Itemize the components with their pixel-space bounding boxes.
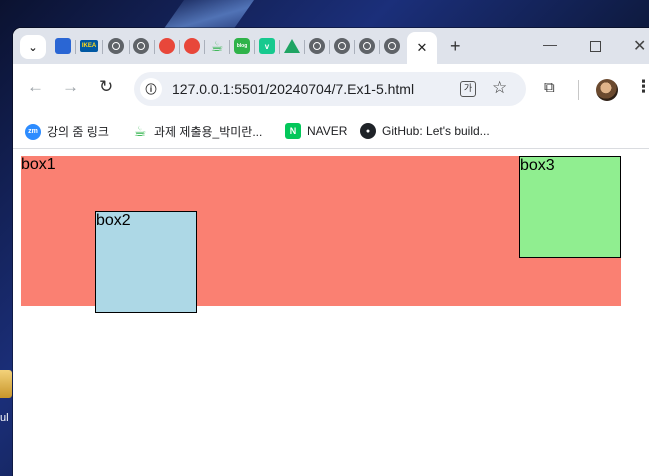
toolbar-divider bbox=[578, 80, 579, 100]
box2-label: box2 bbox=[96, 212, 131, 229]
tab-globe-icon[interactable] bbox=[359, 38, 375, 54]
close-window-button[interactable]: ✕ bbox=[633, 36, 646, 56]
address-bar[interactable]: ⓘ 127.0.0.1:5501/20240704/7.Ex1-5.html 가… bbox=[134, 72, 526, 106]
bookmark-label: NAVER bbox=[307, 124, 348, 138]
back-button[interactable]: ← bbox=[27, 77, 44, 97]
close-tab-icon[interactable]: ✕ bbox=[417, 40, 428, 56]
tab-separator bbox=[102, 40, 103, 54]
tab-strip: ⌄ IKEA ☕ blog v ✕ + — ✕ bbox=[13, 28, 649, 64]
tab-separator bbox=[379, 40, 380, 54]
bookmark-label: 강의 줌 링크 bbox=[47, 125, 109, 139]
site-info-icon[interactable]: ⓘ bbox=[140, 78, 162, 100]
tab-globe-icon[interactable] bbox=[334, 38, 350, 54]
tab-search-button[interactable]: ⌄ bbox=[20, 35, 46, 59]
bookmark-label: GitHub: Let's build... bbox=[382, 124, 490, 138]
tab-separator bbox=[204, 40, 205, 54]
tab-separator bbox=[254, 40, 255, 54]
tab-separator bbox=[304, 40, 305, 54]
blog-logo-text: blog bbox=[236, 43, 248, 49]
tab-globe-icon[interactable] bbox=[108, 38, 124, 54]
box1-label: box1 bbox=[21, 156, 56, 173]
naver-icon: N bbox=[285, 123, 301, 139]
profile-avatar[interactable] bbox=[596, 79, 618, 101]
desktop-shortcut-icon[interactable] bbox=[0, 370, 12, 398]
forward-button[interactable]: → bbox=[62, 77, 79, 97]
active-tab[interactable]: ✕ bbox=[407, 32, 437, 64]
bookmark-label: 과제 제출용_박미란... bbox=[154, 125, 263, 139]
box3: box3 bbox=[519, 156, 621, 258]
bookmarks-bar: zm 강의 줌 링크 ☕ 과제 제출용_박미란... N NAVER ● Git… bbox=[13, 116, 649, 149]
maximize-button[interactable] bbox=[590, 41, 601, 52]
bookmark-assignment[interactable]: ☕ 과제 제출용_박미란... bbox=[132, 123, 263, 140]
tab-separator bbox=[354, 40, 355, 54]
new-tab-button[interactable]: + bbox=[450, 36, 461, 57]
tab-separator bbox=[279, 40, 280, 54]
tab-blog-icon[interactable]: blog bbox=[234, 38, 250, 54]
ikea-logo-text: IKEA bbox=[81, 43, 97, 49]
zoom-icon: zm bbox=[25, 123, 41, 140]
bookmark-star-icon[interactable]: ☆ bbox=[492, 78, 507, 98]
tab-drive-icon[interactable] bbox=[284, 39, 300, 53]
minimize-button[interactable]: — bbox=[543, 36, 557, 52]
url-text[interactable]: 127.0.0.1:5501/20240704/7.Ex1-5.html bbox=[172, 81, 414, 97]
tab-separator bbox=[154, 40, 155, 54]
tab-globe-icon[interactable] bbox=[133, 38, 149, 54]
tab-globe-icon[interactable] bbox=[384, 38, 400, 54]
page-viewport: box1 box2 box3 bbox=[13, 149, 649, 476]
reload-button[interactable]: ↻ bbox=[99, 77, 113, 97]
tab-ikea-icon[interactable]: IKEA bbox=[80, 40, 98, 52]
translate-icon[interactable]: 가 bbox=[460, 81, 476, 97]
tab-red-icon[interactable] bbox=[159, 38, 175, 54]
bookmark-zoom-link[interactable]: zm 강의 줌 링크 bbox=[25, 123, 109, 140]
tab-separator bbox=[75, 40, 76, 54]
tab-separator bbox=[179, 40, 180, 54]
tab-globe-icon[interactable] bbox=[309, 38, 325, 54]
bookmark-github[interactable]: ● GitHub: Let's build... bbox=[360, 123, 490, 139]
tab-vimeo-icon[interactable]: v bbox=[259, 38, 275, 54]
tab-cup-icon[interactable]: ☕ bbox=[209, 38, 225, 54]
bookmark-naver[interactable]: N NAVER bbox=[285, 123, 347, 139]
browser-toolbar: ← → ↻ ⓘ 127.0.0.1:5501/20240704/7.Ex1-5.… bbox=[13, 64, 649, 116]
puzzle-icon[interactable]: ⧉ bbox=[544, 79, 555, 96]
browser-window: ⌄ IKEA ☕ blog v ✕ + — ✕ ← → ↻ ⓘ 127.0.0.… bbox=[13, 28, 649, 476]
vimeo-logo-text: v bbox=[264, 41, 270, 51]
tab-separator bbox=[129, 40, 130, 54]
box2: box2 bbox=[95, 211, 197, 313]
box3-label: box3 bbox=[520, 157, 555, 174]
tab-separator bbox=[229, 40, 230, 54]
tab-separator bbox=[329, 40, 330, 54]
tab-flag-icon[interactable] bbox=[55, 38, 71, 54]
tab-red-icon[interactable] bbox=[184, 38, 200, 54]
cup-icon: ☕ bbox=[133, 123, 147, 139]
desktop-shortcut-label: ul bbox=[0, 412, 9, 424]
github-icon: ● bbox=[360, 123, 376, 139]
chevron-down-icon: ⌄ bbox=[28, 41, 38, 54]
browser-menu-button[interactable]: ⋮ bbox=[635, 77, 649, 97]
